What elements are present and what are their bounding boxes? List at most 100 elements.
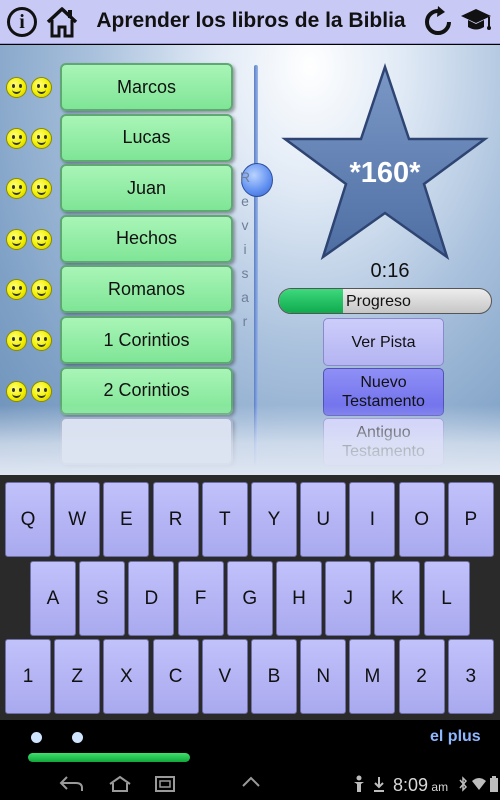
book-answer-slot-empty[interactable] xyxy=(60,417,233,466)
score-value: *160* xyxy=(349,157,421,189)
key-a[interactable]: A xyxy=(30,561,76,636)
book-answer-slot[interactable]: Marcos xyxy=(60,63,233,111)
progress-label: Progreso xyxy=(346,293,411,310)
accessibility-icon xyxy=(354,775,364,792)
key-d[interactable]: D xyxy=(128,561,175,636)
review-slider-label: Revisar xyxy=(239,165,251,333)
key-q[interactable]: Q xyxy=(5,482,51,557)
brand-link[interactable]: el plus xyxy=(430,728,481,746)
refresh-icon[interactable] xyxy=(420,4,456,40)
key-t[interactable]: T xyxy=(201,482,248,557)
review-slider-track[interactable] xyxy=(254,65,258,465)
key-v[interactable]: V xyxy=(201,639,248,714)
progress-bar: Progreso xyxy=(278,288,492,314)
review-label-letter: R xyxy=(239,169,251,185)
key-g[interactable]: G xyxy=(226,561,273,636)
key-w[interactable]: W xyxy=(54,482,101,557)
book-row: Lucas xyxy=(0,113,240,164)
key-h[interactable]: H xyxy=(276,561,322,636)
download-icon xyxy=(374,777,384,792)
key-o[interactable]: O xyxy=(398,482,445,557)
game-area: Marcos Lucas Juan Hechos Romanos 1 Corintios 2… xyxy=(0,45,500,475)
book-answer-slot[interactable]: Hechos xyxy=(60,214,233,263)
smiley-icon xyxy=(6,380,27,402)
key-n[interactable]: N xyxy=(300,639,347,714)
new-testament-button[interactable]: Nuevo Testamento xyxy=(323,368,444,416)
key-k[interactable]: K xyxy=(374,561,421,636)
nav-home-icon[interactable] xyxy=(107,775,133,793)
key-j[interactable]: J xyxy=(325,561,372,636)
key-p[interactable]: P xyxy=(447,482,494,557)
page-dot xyxy=(31,732,42,743)
bluetooth-icon xyxy=(459,776,468,792)
book-answer-slot[interactable]: Lucas xyxy=(60,113,233,162)
status-clock: 8:09 am xyxy=(393,775,449,795)
book-answer-slot[interactable]: 2 Corintios xyxy=(60,366,233,415)
key-3[interactable]: 3 xyxy=(447,639,494,714)
progress-fill xyxy=(279,289,343,313)
key-f[interactable]: F xyxy=(177,561,224,636)
info-icon[interactable]: i xyxy=(4,4,40,40)
book-row: 2 Corintios xyxy=(0,366,240,417)
back-icon[interactable] xyxy=(58,775,84,793)
key-r[interactable]: R xyxy=(152,482,199,557)
smiley-icon xyxy=(6,228,27,250)
app-title: Aprender los libros de la Biblia xyxy=(96,9,406,32)
key-x[interactable]: X xyxy=(103,639,150,714)
key-s[interactable]: S xyxy=(79,561,126,636)
battery-icon xyxy=(490,776,498,792)
review-label-letter: s xyxy=(241,265,249,281)
smiley-icon xyxy=(6,178,27,200)
key-y[interactable]: Y xyxy=(251,482,297,557)
smiley-icon xyxy=(31,279,52,301)
review-label-letter: a xyxy=(241,289,249,305)
smiley-icon xyxy=(31,77,52,98)
smiley-icon xyxy=(31,178,52,200)
letter-keyboard: QWERTYUIOP ASDFGHJKL 1ZXCVBNM23 xyxy=(0,475,500,720)
hint-button[interactable]: Ver Pista xyxy=(323,318,444,366)
graduation-cap-icon[interactable] xyxy=(458,4,494,40)
smiley-icon xyxy=(31,127,52,149)
smiley-icon xyxy=(6,77,27,98)
smiley-icon xyxy=(31,228,52,250)
review-label-letter: r xyxy=(242,313,248,329)
key-e[interactable]: E xyxy=(103,482,150,557)
book-row: Hechos xyxy=(0,214,240,265)
book-row: 1 Corintios xyxy=(0,316,240,366)
book-row: Marcos xyxy=(0,63,240,113)
key-l[interactable]: L xyxy=(423,561,470,636)
key-c[interactable]: C xyxy=(152,639,199,714)
smiley-icon xyxy=(31,380,52,402)
book-row xyxy=(0,417,240,467)
page-dot xyxy=(72,732,83,743)
footer-progress-bar xyxy=(28,753,190,762)
key-z[interactable]: Z xyxy=(54,639,101,714)
review-label-letter: i xyxy=(243,241,247,257)
home-icon[interactable] xyxy=(44,4,80,40)
old-testament-button[interactable]: Antiguo Testamento xyxy=(323,418,444,466)
book-answer-slot[interactable]: Romanos xyxy=(60,265,233,314)
chevron-up-icon[interactable] xyxy=(240,775,262,789)
system-nav-bar: 8:09 am xyxy=(0,770,500,800)
review-label-letter: v xyxy=(241,217,249,233)
key-i[interactable]: I xyxy=(349,482,396,557)
recent-apps-icon[interactable] xyxy=(154,775,176,793)
review-label-letter: e xyxy=(241,193,249,209)
smiley-icon xyxy=(6,330,27,351)
key-1[interactable]: 1 xyxy=(5,639,51,714)
wifi-icon xyxy=(472,778,486,790)
app-header: i Aprender los libros de la Biblia xyxy=(0,0,500,44)
key-m[interactable]: M xyxy=(349,639,396,714)
footer: el plus xyxy=(0,720,500,770)
book-row: Juan xyxy=(0,164,240,214)
timer: 0:16 xyxy=(370,260,410,282)
key-b[interactable]: B xyxy=(251,639,297,714)
smiley-icon xyxy=(6,279,27,301)
key-2[interactable]: 2 xyxy=(398,639,445,714)
smiley-icon xyxy=(6,127,27,149)
book-row: Romanos xyxy=(0,265,240,315)
smiley-icon xyxy=(31,330,52,351)
book-answer-slot[interactable]: 1 Corintios xyxy=(60,316,233,364)
book-answer-slot[interactable]: Juan xyxy=(60,164,233,213)
key-u[interactable]: U xyxy=(300,482,347,557)
